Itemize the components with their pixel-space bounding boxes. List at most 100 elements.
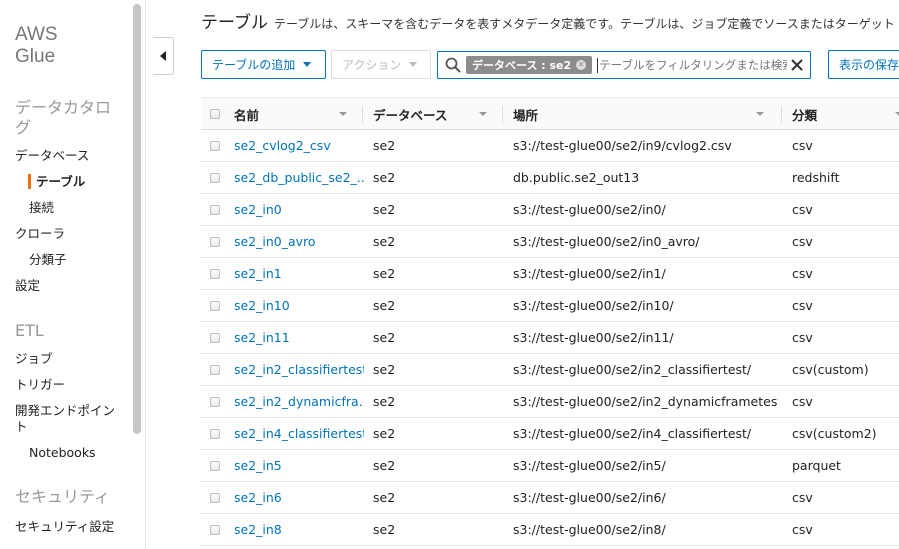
table-location-cell: db.public.se2_out13 xyxy=(513,170,640,185)
table-location-cell: s3://test-glue00/se2/in2_dynamicframetes… xyxy=(513,394,778,409)
row-checkbox[interactable] xyxy=(210,525,220,535)
add-table-button[interactable]: テーブルの追加 xyxy=(201,50,326,79)
caret-down-icon xyxy=(409,62,418,67)
sidebar-item-classifiers[interactable]: 分類子 xyxy=(29,252,67,268)
sidebar-item-dev-endpoints[interactable]: 開発エンドポイント xyxy=(15,403,115,435)
table-header: 名前 データベース 場所 分類 xyxy=(201,97,899,130)
column-header-classification[interactable]: 分類 xyxy=(792,98,817,130)
column-header-location[interactable]: 場所 xyxy=(513,98,538,130)
table-name-link[interactable]: se2_in1 xyxy=(234,258,364,289)
table-location-cell: s3://test-glue00/se2/in9/cvlog2.csv xyxy=(513,138,732,153)
row-checkbox[interactable] xyxy=(210,333,220,343)
sort-caret-icon[interactable] xyxy=(756,112,764,116)
table-name-link[interactable]: se2_in4_classifiertest xyxy=(234,418,364,449)
table-database-cell: se2 xyxy=(373,138,396,153)
table-name-link[interactable]: se2_in10 xyxy=(234,290,364,321)
add-table-label: テーブルの追加 xyxy=(212,58,296,72)
table-row[interactable]: se2_in0 se2 s3://test-glue00/se2/in0/csv xyxy=(201,194,899,226)
table-location-cell: s3://test-glue00/se2/in2_classifiertest/ xyxy=(513,362,752,377)
table-classification-cell: redshift xyxy=(792,170,840,185)
section-title-security: セキュリティ xyxy=(15,487,111,506)
filter-chip-database[interactable]: データベース : se2 ✕ xyxy=(466,56,593,74)
caret-down-icon xyxy=(303,62,312,67)
sidebar-item-settings[interactable]: 設定 xyxy=(15,278,40,294)
sidebar-item-notebooks[interactable]: Notebooks xyxy=(29,445,96,461)
sort-caret-icon[interactable] xyxy=(479,112,487,116)
table-classification-cell: csv(custom) xyxy=(792,362,869,377)
search-input[interactable] xyxy=(599,58,788,72)
table-database-cell: se2 xyxy=(373,426,396,441)
sort-caret-icon[interactable] xyxy=(895,112,899,116)
table-row[interactable]: se2_db_public_se2_... se2 db.public.se2_ou… xyxy=(201,162,899,194)
table-name-link[interactable]: se2_in2_dynamicfra... xyxy=(234,386,364,417)
sidebar-scrollbar[interactable] xyxy=(133,4,141,434)
row-checkbox[interactable] xyxy=(210,461,220,471)
table-name-link[interactable]: se2_in8 xyxy=(234,514,364,545)
table-name-link[interactable]: se2_cvlog2_csv xyxy=(234,130,364,161)
sidebar-item-jobs[interactable]: ジョブ xyxy=(15,351,53,367)
table-row[interactable]: se2_cvlog2_csv se2 s3://test-glue00/se2/in… xyxy=(201,130,899,162)
table-row[interactable]: se2_in4_classifiertest se2 s3://test-glue0… xyxy=(201,418,899,450)
table-location-cell: s3://test-glue00/se2/in6/ xyxy=(513,490,666,505)
row-checkbox[interactable] xyxy=(210,397,220,407)
table-row[interactable]: se2_in0_avro se2 s3://test-glue00/se2/in0_… xyxy=(201,226,899,258)
table-row[interactable]: se2_in1 se2 s3://test-glue00/se2/in1/csv xyxy=(201,258,899,290)
table-classification-cell: csv xyxy=(792,394,813,409)
table-name-link[interactable]: se2_in0_avro xyxy=(234,226,364,257)
table-name-link[interactable]: se2_in11 xyxy=(234,322,364,353)
save-view-button[interactable]: 表示の保存 xyxy=(828,50,899,79)
table-name-link[interactable]: se2_in2_classifiertest xyxy=(234,354,364,385)
table-row[interactable]: se2_in11 se2 s3://test-glue00/se2/in11/csv xyxy=(201,322,899,354)
sort-caret-icon[interactable] xyxy=(339,112,347,116)
sidebar-item-security-config[interactable]: セキュリティ設定 xyxy=(15,519,115,535)
remove-filter-icon[interactable]: ✕ xyxy=(576,60,587,70)
sidebar-item-triggers[interactable]: トリガー xyxy=(15,377,65,393)
row-checkbox[interactable] xyxy=(210,365,220,375)
row-checkbox[interactable] xyxy=(210,173,220,183)
table-location-cell: s3://test-glue00/se2/in10/ xyxy=(513,298,674,313)
row-checkbox[interactable] xyxy=(210,269,220,279)
column-header-database[interactable]: データベース xyxy=(373,98,447,130)
table-row[interactable]: se2_in10 se2 s3://test-glue00/se2/in10/csv xyxy=(201,290,899,322)
sidebar-item-tables[interactable]: テーブル xyxy=(36,174,85,190)
table-name-link[interactable]: se2_in5 xyxy=(234,450,364,481)
row-checkbox[interactable] xyxy=(210,301,220,311)
table-row[interactable]: se2_in2_classifiertest se2 s3://test-glue0… xyxy=(201,354,899,386)
table-database-cell: se2 xyxy=(373,202,396,217)
table-location-cell: s3://test-glue00/se2/in0/ xyxy=(513,202,666,217)
table-classification-cell: csv xyxy=(792,266,813,281)
action-button[interactable]: アクション xyxy=(331,50,431,79)
table-row[interactable]: se2_in6 se2 s3://test-glue00/se2/in6/csv xyxy=(201,482,899,514)
table-classification-cell: csv xyxy=(792,234,813,249)
clear-search-icon[interactable] xyxy=(790,57,804,73)
table-name-link[interactable]: se2_in6 xyxy=(234,482,364,513)
row-checkbox[interactable] xyxy=(210,141,220,151)
row-checkbox[interactable] xyxy=(210,493,220,503)
row-checkbox[interactable] xyxy=(210,429,220,439)
table-database-cell: se2 xyxy=(373,490,396,505)
table-name-link[interactable]: se2_in0 xyxy=(234,194,364,225)
select-all-checkbox[interactable] xyxy=(210,109,220,119)
column-header-name-label: 名前 xyxy=(234,107,260,123)
column-divider xyxy=(362,106,363,123)
column-header-name[interactable]: 名前 xyxy=(234,98,259,130)
table-classification-cell: csv xyxy=(792,522,813,537)
table-row[interactable]: se2_in2_dynamicfra... se2 s3://test-glue00… xyxy=(201,386,899,418)
text-cursor xyxy=(597,57,599,73)
row-checkbox[interactable] xyxy=(210,205,220,215)
column-header-database-label: データベース xyxy=(373,107,448,123)
table-location-cell: s3://test-glue00/se2/in0_avro/ xyxy=(513,234,700,249)
search-filter-box[interactable]: データベース : se2 ✕ xyxy=(437,51,811,79)
table-location-cell: s3://test-glue00/se2/in4_classifiertest/ xyxy=(513,426,752,441)
sidebar-item-connections[interactable]: 接続 xyxy=(29,200,54,216)
table-row[interactable]: se2_in5 se2 s3://test-glue00/se2/in5/parqu… xyxy=(201,450,899,482)
table-row[interactable]: se2_in8 se2 s3://test-glue00/se2/in8/csv xyxy=(201,514,899,546)
table-name-link[interactable]: se2_db_public_se2_... xyxy=(234,162,364,193)
table-classification-cell: csv xyxy=(792,138,813,153)
sidebar-item-crawlers[interactable]: クローラ xyxy=(15,226,65,242)
row-checkbox[interactable] xyxy=(210,237,220,247)
column-divider xyxy=(502,106,503,123)
sidebar: AWS Glue データカタログ データベース テーブル 接続 クローラ 分類子… xyxy=(0,0,146,549)
sidebar-item-databases[interactable]: データベース xyxy=(15,148,89,164)
collapse-sidebar-button[interactable] xyxy=(153,37,174,75)
